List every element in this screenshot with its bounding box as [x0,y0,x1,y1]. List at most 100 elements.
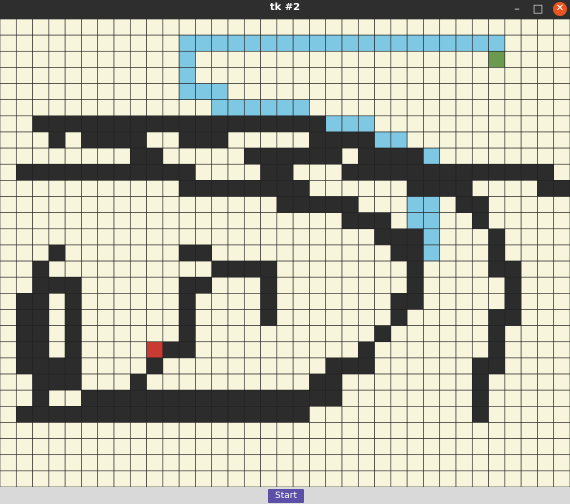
wall-cell[interactable] [162,341,180,359]
empty-cell[interactable] [211,438,229,456]
empty-cell[interactable] [129,196,147,213]
path-cell[interactable] [423,34,441,52]
empty-cell[interactable] [553,196,570,213]
empty-cell[interactable] [390,83,408,100]
empty-cell[interactable] [471,180,489,197]
empty-cell[interactable] [553,454,570,472]
empty-cell[interactable] [81,422,99,439]
empty-cell[interactable] [423,115,441,133]
wall-cell[interactable] [48,357,66,375]
empty-cell[interactable] [390,470,408,487]
empty-cell[interactable] [292,309,310,326]
empty-cell[interactable] [211,19,229,36]
wall-cell[interactable] [471,212,489,230]
path-cell[interactable] [325,34,343,52]
empty-cell[interactable] [520,389,538,407]
empty-cell[interactable] [406,19,424,36]
wall-cell[interactable] [178,244,196,262]
empty-cell[interactable] [357,325,375,343]
empty-cell[interactable] [113,341,131,359]
empty-cell[interactable] [471,99,489,117]
empty-cell[interactable] [97,34,115,52]
empty-cell[interactable] [423,454,441,472]
empty-cell[interactable] [243,454,261,472]
empty-cell[interactable] [81,438,99,456]
empty-cell[interactable] [178,438,196,456]
empty-cell[interactable] [553,438,570,456]
wall-cell[interactable] [292,196,310,213]
empty-cell[interactable] [488,406,506,423]
empty-cell[interactable] [292,341,310,359]
empty-cell[interactable] [423,406,441,423]
empty-cell[interactable] [553,276,570,294]
empty-cell[interactable] [520,83,538,100]
wall-cell[interactable] [15,357,33,375]
empty-cell[interactable] [113,19,131,36]
empty-cell[interactable] [64,244,82,262]
empty-cell[interactable] [0,470,17,487]
empty-cell[interactable] [292,67,310,84]
empty-cell[interactable] [15,115,33,133]
empty-cell[interactable] [227,454,245,472]
empty-cell[interactable] [488,470,506,487]
wall-cell[interactable] [390,293,408,310]
empty-cell[interactable] [243,244,261,262]
empty-cell[interactable] [97,212,115,230]
empty-cell[interactable] [309,357,327,375]
empty-cell[interactable] [309,276,327,294]
empty-cell[interactable] [341,67,359,84]
empty-cell[interactable] [195,454,213,472]
empty-cell[interactable] [211,341,229,359]
empty-cell[interactable] [537,212,555,230]
empty-cell[interactable] [0,341,17,359]
empty-cell[interactable] [32,83,50,100]
empty-cell[interactable] [227,147,245,165]
empty-cell[interactable] [471,67,489,84]
wall-cell[interactable] [195,180,213,197]
path-cell[interactable] [357,115,375,133]
empty-cell[interactable] [471,422,489,439]
empty-cell[interactable] [227,196,245,213]
empty-cell[interactable] [406,341,424,359]
wall-cell[interactable] [439,163,457,181]
empty-cell[interactable] [48,19,66,36]
wall-cell[interactable] [146,147,164,165]
empty-cell[interactable] [97,325,115,343]
wall-cell[interactable] [488,341,506,359]
empty-cell[interactable] [195,341,213,359]
empty-cell[interactable] [276,131,294,149]
wall-cell[interactable] [406,228,424,246]
wall-cell[interactable] [374,228,392,246]
wall-cell[interactable] [260,276,278,294]
empty-cell[interactable] [113,276,131,294]
empty-cell[interactable] [488,373,506,391]
wall-cell[interactable] [357,147,375,165]
empty-cell[interactable] [162,99,180,117]
empty-cell[interactable] [178,147,196,165]
wall-cell[interactable] [325,147,343,165]
empty-cell[interactable] [374,341,392,359]
empty-cell[interactable] [276,373,294,391]
empty-cell[interactable] [488,438,506,456]
empty-cell[interactable] [0,131,17,149]
empty-cell[interactable] [146,276,164,294]
empty-cell[interactable] [15,228,33,246]
empty-cell[interactable] [537,19,555,36]
empty-cell[interactable] [162,67,180,84]
empty-cell[interactable] [504,454,522,472]
empty-cell[interactable] [553,244,570,262]
empty-cell[interactable] [162,244,180,262]
empty-cell[interactable] [97,67,115,84]
empty-cell[interactable] [292,422,310,439]
start-button[interactable]: Start [268,489,304,503]
empty-cell[interactable] [146,131,164,149]
empty-cell[interactable] [243,83,261,100]
empty-cell[interactable] [325,180,343,197]
empty-cell[interactable] [276,260,294,278]
empty-cell[interactable] [374,373,392,391]
empty-cell[interactable] [341,309,359,326]
empty-cell[interactable] [32,422,50,439]
wall-cell[interactable] [309,131,327,149]
empty-cell[interactable] [455,19,473,36]
empty-cell[interactable] [537,83,555,100]
